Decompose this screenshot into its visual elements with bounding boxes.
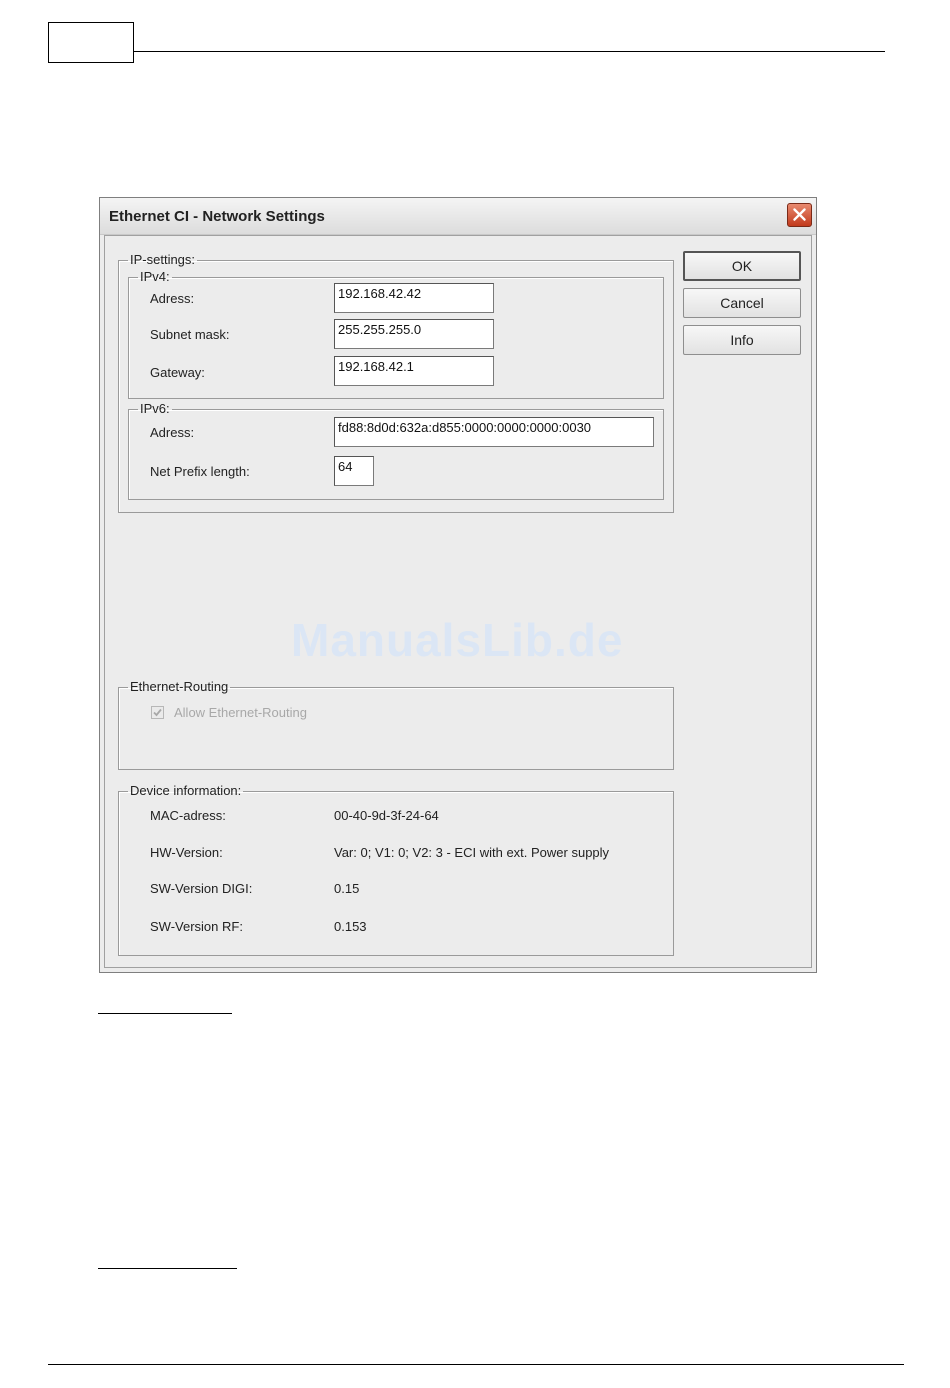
allow-routing-checkbox[interactable] xyxy=(151,706,164,719)
close-button[interactable] xyxy=(787,203,812,227)
sw-version-rf-value: 0.153 xyxy=(334,919,367,934)
hw-version-label: HW-Version: xyxy=(150,845,223,860)
section-rule-2 xyxy=(98,1268,237,1269)
gateway-label: Gateway: xyxy=(150,365,205,380)
allow-routing-label: Allow Ethernet-Routing xyxy=(174,705,307,720)
ipv6-legend: IPv6: xyxy=(140,401,170,416)
footer-rule xyxy=(48,1364,904,1365)
sw-version-digi-value: 0.15 xyxy=(334,881,360,896)
ipv6-address-label: Adress: xyxy=(150,425,195,440)
network-settings-dialog: Ethernet CI - Network Settings IP-settin… xyxy=(99,197,817,973)
close-icon xyxy=(793,208,806,221)
watermark: ManualsLib.de xyxy=(291,614,624,666)
ipv4-legend: IPv4: xyxy=(140,269,170,284)
section-rule-1 xyxy=(98,1013,232,1014)
ipv6-address-input[interactable]: fd88:8d0d:632a:d855:0000:0000:0000:0030 xyxy=(334,417,654,447)
page-number-box xyxy=(48,22,134,63)
info-button[interactable]: Info xyxy=(683,325,801,355)
ip-settings-legend: IP-settings: xyxy=(130,252,196,267)
gateway-input[interactable]: 192.168.42.1 xyxy=(334,356,494,386)
ipv4-address-label: Adress: xyxy=(150,291,195,306)
mac-address-label: MAC-adress: xyxy=(150,808,226,823)
hw-version-value: Var: 0; V1: 0; V2: 3 - ECI with ext. Pow… xyxy=(334,845,610,860)
check-mark-icon xyxy=(153,708,162,717)
ok-button[interactable]: OK xyxy=(683,251,801,281)
cancel-button[interactable]: Cancel xyxy=(683,288,801,318)
subnet-mask-input[interactable]: 255.255.255.0 xyxy=(334,319,494,349)
ethernet-routing-legend: Ethernet-Routing xyxy=(130,679,229,694)
sw-version-rf-label: SW-Version RF: xyxy=(150,919,243,934)
title-bar[interactable]: Ethernet CI - Network Settings xyxy=(100,198,816,235)
ipv4-address-input[interactable]: 192.168.42.42 xyxy=(334,283,494,313)
ethernet-routing-group: Ethernet-Routing xyxy=(118,680,674,770)
dialog-title: Ethernet CI - Network Settings xyxy=(109,208,325,225)
net-prefix-input[interactable]: 64 xyxy=(334,456,374,486)
sw-version-digi-label: SW-Version DIGI: xyxy=(150,881,253,896)
net-prefix-label: Net Prefix length: xyxy=(150,464,250,479)
device-info-legend: Device information: xyxy=(130,783,242,798)
header-rule xyxy=(133,51,885,52)
mac-address-value: 00-40-9d-3f-24-64 xyxy=(334,808,439,823)
subnet-mask-label: Subnet mask: xyxy=(150,327,230,342)
